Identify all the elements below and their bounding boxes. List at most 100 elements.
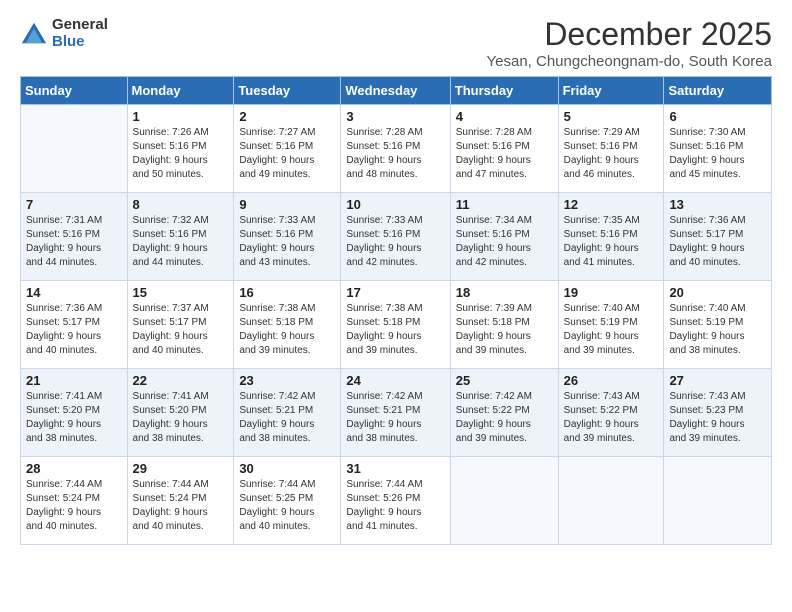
calendar-cell: 7 Sunrise: 7:31 AM Sunset: 5:16 PM Daylig… [21, 193, 128, 281]
calendar-cell: 26 Sunrise: 7:43 AM Sunset: 5:22 PM Dayli… [558, 369, 664, 457]
calendar-cell: 11Sunrise: 7:34 AM Sunset: 5:16 PM Dayli… [450, 193, 558, 281]
day-number: 5 [564, 109, 659, 124]
day-number: 24 [346, 373, 444, 388]
day-info: Sunrise: 7:40 AM Sunset: 5:19 PM Dayligh… [564, 302, 659, 358]
calendar-cell: 31 Sunrise: 7:44 AM Sunset: 5:26 PM Dayli… [341, 457, 450, 545]
calendar-cell: 3 Sunrise: 7:28 AM Sunset: 5:16 PM Daylig… [341, 105, 450, 193]
calendar-cell: 4 Sunrise: 7:28 AM Sunset: 5:16 PM Daylig… [450, 105, 558, 193]
day-number: 17 [346, 285, 444, 300]
month-title: December 2025 [487, 16, 773, 53]
day-number: 29 [133, 461, 229, 476]
calendar-table: SundayMondayTuesdayWednesdayThursdayFrid… [20, 76, 772, 545]
day-number: 16 [239, 285, 335, 300]
weekday-header: Monday [127, 77, 234, 105]
day-number: 4 [456, 109, 553, 124]
day-info: Sunrise: 7:40 AM Sunset: 5:19 PM Dayligh… [669, 302, 766, 358]
day-info: Sunrise: 7:44 AM Sunset: 5:26 PM Dayligh… [346, 478, 444, 534]
logo-icon [20, 19, 48, 47]
day-number: 8 [133, 197, 229, 212]
weekday-header: Saturday [664, 77, 772, 105]
day-info: Sunrise: 7:42 AM Sunset: 5:21 PM Dayligh… [239, 390, 335, 446]
day-info: Sunrise: 7:42 AM Sunset: 5:21 PM Dayligh… [346, 390, 444, 446]
calendar-cell: 15Sunrise: 7:37 AM Sunset: 5:17 PM Dayli… [127, 281, 234, 369]
logo: General Blue [20, 16, 108, 50]
calendar-cell: 25Sunrise: 7:42 AM Sunset: 5:22 PM Dayli… [450, 369, 558, 457]
weekday-header: Thursday [450, 77, 558, 105]
calendar-cell [21, 105, 128, 193]
calendar-cell: 23 Sunrise: 7:42 AM Sunset: 5:21 PM Dayli… [234, 369, 341, 457]
day-info: Sunrise: 7:29 AM Sunset: 5:16 PM Dayligh… [564, 126, 659, 182]
day-number: 23 [239, 373, 335, 388]
calendar-cell: 20 Sunrise: 7:40 AM Sunset: 5:19 PM Dayli… [664, 281, 772, 369]
day-info: Sunrise: 7:32 AM Sunset: 5:16 PM Dayligh… [133, 214, 229, 270]
day-number: 30 [239, 461, 335, 476]
day-number: 28 [26, 461, 122, 476]
day-info: Sunrise: 7:34 AM Sunset: 5:16 PM Dayligh… [456, 214, 553, 270]
weekday-header: Tuesday [234, 77, 341, 105]
day-number: 3 [346, 109, 444, 124]
day-info: Sunrise: 7:43 AM Sunset: 5:22 PM Dayligh… [564, 390, 659, 446]
day-number: 12 [564, 197, 659, 212]
day-number: 18 [456, 285, 553, 300]
day-info: Sunrise: 7:36 AM Sunset: 5:17 PM Dayligh… [26, 302, 122, 358]
day-info: Sunrise: 7:41 AM Sunset: 5:20 PM Dayligh… [26, 390, 122, 446]
page-container: General Blue December 2025 Yesan, Chungc… [0, 0, 792, 555]
calendar-cell [558, 457, 664, 545]
day-info: Sunrise: 7:42 AM Sunset: 5:22 PM Dayligh… [456, 390, 553, 446]
calendar-cell: 5 Sunrise: 7:29 AM Sunset: 5:16 PM Daylig… [558, 105, 664, 193]
day-info: Sunrise: 7:27 AM Sunset: 5:16 PM Dayligh… [239, 126, 335, 182]
day-info: Sunrise: 7:30 AM Sunset: 5:16 PM Dayligh… [669, 126, 766, 182]
day-number: 20 [669, 285, 766, 300]
day-number: 6 [669, 109, 766, 124]
day-info: Sunrise: 7:28 AM Sunset: 5:16 PM Dayligh… [456, 126, 553, 182]
weekday-header: Wednesday [341, 77, 450, 105]
day-info: Sunrise: 7:38 AM Sunset: 5:18 PM Dayligh… [239, 302, 335, 358]
day-number: 14 [26, 285, 122, 300]
day-number: 31 [346, 461, 444, 476]
day-info: Sunrise: 7:33 AM Sunset: 5:16 PM Dayligh… [346, 214, 444, 270]
day-number: 21 [26, 373, 122, 388]
header: General Blue December 2025 Yesan, Chungc… [20, 16, 772, 70]
day-info: Sunrise: 7:38 AM Sunset: 5:18 PM Dayligh… [346, 302, 444, 358]
calendar-cell: 29Sunrise: 7:44 AM Sunset: 5:24 PM Dayli… [127, 457, 234, 545]
calendar-cell: 1 Sunrise: 7:26 AM Sunset: 5:16 PM Daylig… [127, 105, 234, 193]
calendar-cell: 8 Sunrise: 7:32 AM Sunset: 5:16 PM Daylig… [127, 193, 234, 281]
day-number: 2 [239, 109, 335, 124]
calendar-cell: 28 Sunrise: 7:44 AM Sunset: 5:24 PM Dayli… [21, 457, 128, 545]
calendar-cell: 21 Sunrise: 7:41 AM Sunset: 5:20 PM Dayli… [21, 369, 128, 457]
calendar-cell: 16 Sunrise: 7:38 AM Sunset: 5:18 PM Dayli… [234, 281, 341, 369]
day-info: Sunrise: 7:28 AM Sunset: 5:16 PM Dayligh… [346, 126, 444, 182]
calendar-cell: 9Sunrise: 7:33 AM Sunset: 5:16 PM Daylig… [234, 193, 341, 281]
day-info: Sunrise: 7:31 AM Sunset: 5:16 PM Dayligh… [26, 214, 122, 270]
calendar-cell [664, 457, 772, 545]
calendar-cell: 13Sunrise: 7:36 AM Sunset: 5:17 PM Dayli… [664, 193, 772, 281]
day-info: Sunrise: 7:35 AM Sunset: 5:16 PM Dayligh… [564, 214, 659, 270]
day-number: 13 [669, 197, 766, 212]
day-number: 26 [564, 373, 659, 388]
weekday-header: Sunday [21, 77, 128, 105]
subtitle: Yesan, Chungcheongnam-do, South Korea [487, 53, 773, 70]
calendar-cell: 27 Sunrise: 7:43 AM Sunset: 5:23 PM Dayli… [664, 369, 772, 457]
day-number: 22 [133, 373, 229, 388]
calendar-cell: 6 Sunrise: 7:30 AM Sunset: 5:16 PM Daylig… [664, 105, 772, 193]
day-number: 27 [669, 373, 766, 388]
day-info: Sunrise: 7:41 AM Sunset: 5:20 PM Dayligh… [133, 390, 229, 446]
title-block: December 2025 Yesan, Chungcheongnam-do, … [487, 16, 773, 70]
day-info: Sunrise: 7:39 AM Sunset: 5:18 PM Dayligh… [456, 302, 553, 358]
day-info: Sunrise: 7:26 AM Sunset: 5:16 PM Dayligh… [133, 126, 229, 182]
day-info: Sunrise: 7:37 AM Sunset: 5:17 PM Dayligh… [133, 302, 229, 358]
day-number: 1 [133, 109, 229, 124]
calendar-cell [450, 457, 558, 545]
calendar-cell: 22 Sunrise: 7:41 AM Sunset: 5:20 PM Dayli… [127, 369, 234, 457]
day-info: Sunrise: 7:44 AM Sunset: 5:24 PM Dayligh… [26, 478, 122, 534]
calendar-week-row: 14 Sunrise: 7:36 AM Sunset: 5:17 PM Dayli… [21, 281, 772, 369]
calendar-week-row: 1 Sunrise: 7:26 AM Sunset: 5:16 PM Daylig… [21, 105, 772, 193]
day-number: 19 [564, 285, 659, 300]
day-info: Sunrise: 7:43 AM Sunset: 5:23 PM Dayligh… [669, 390, 766, 446]
day-number: 7 [26, 197, 122, 212]
calendar-cell: 24 Sunrise: 7:42 AM Sunset: 5:21 PM Dayli… [341, 369, 450, 457]
calendar-cell: 18 Sunrise: 7:39 AM Sunset: 5:18 PM Dayli… [450, 281, 558, 369]
calendar-week-row: 21 Sunrise: 7:41 AM Sunset: 5:20 PM Dayli… [21, 369, 772, 457]
weekday-header: Friday [558, 77, 664, 105]
logo-text: General Blue [52, 16, 108, 50]
